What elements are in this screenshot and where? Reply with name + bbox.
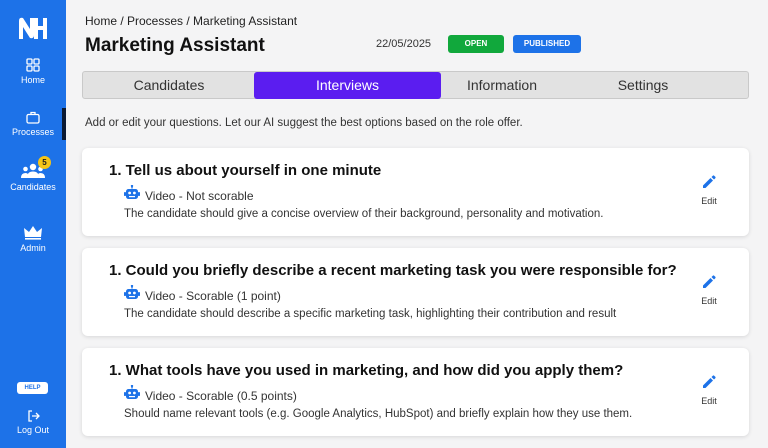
process-date: 22/05/2025 bbox=[376, 38, 432, 50]
grid-icon bbox=[26, 58, 40, 72]
pencil-icon bbox=[703, 375, 716, 388]
question-card: 1. Could you briefly describe a recent m… bbox=[82, 248, 749, 336]
help-button[interactable]: HELP bbox=[17, 382, 48, 394]
edit-question-button[interactable]: Edit bbox=[692, 274, 726, 306]
briefcase-icon bbox=[26, 111, 40, 124]
crown-icon bbox=[24, 226, 42, 240]
tab-settings[interactable]: Settings bbox=[563, 72, 723, 98]
edit-label: Edit bbox=[701, 196, 717, 206]
question-card: 1. Tell us about yourself in one minute … bbox=[82, 148, 749, 236]
edit-question-button[interactable]: Edit bbox=[692, 374, 726, 406]
sidebar-item-home[interactable]: Home bbox=[0, 58, 66, 85]
logout-icon bbox=[27, 410, 40, 422]
tab-interviews[interactable]: Interviews bbox=[254, 72, 441, 99]
question-title: 1. Tell us about yourself in one minute bbox=[109, 162, 382, 179]
question-title: 1. What tools have you used in marketing… bbox=[109, 362, 624, 379]
logout-button[interactable]: Log Out bbox=[0, 410, 66, 435]
status-badge-published: PUBLISHED bbox=[513, 35, 581, 53]
question-type: Video - Scorable (1 point) bbox=[145, 289, 281, 303]
sidebar: Home Processes 5 Candidates Admin HELP L… bbox=[0, 0, 66, 448]
status-badge-open: OPEN bbox=[448, 35, 504, 53]
sidebar-item-label: Admin bbox=[20, 243, 46, 253]
page-title: Marketing Assistant bbox=[85, 35, 265, 56]
logout-label: Log Out bbox=[16, 425, 50, 435]
question-description: The candidate should give a concise over… bbox=[124, 208, 604, 220]
question-card: 1. What tools have you used in marketing… bbox=[82, 348, 749, 436]
robot-icon bbox=[124, 285, 140, 299]
question-description: The candidate should describe a specific… bbox=[124, 308, 617, 320]
logo-icon[interactable] bbox=[17, 15, 49, 41]
question-title: 1. Could you briefly describe a recent m… bbox=[109, 262, 677, 279]
tab-information[interactable]: Information bbox=[441, 72, 563, 98]
intro-text: Add or edit your questions. Let our AI s… bbox=[85, 117, 523, 129]
pencil-icon bbox=[703, 175, 716, 188]
edit-label: Edit bbox=[701, 396, 717, 406]
sidebar-item-processes[interactable]: Processes bbox=[0, 108, 66, 140]
breadcrumb[interactable]: Home / Processes / Marketing Assistant bbox=[85, 14, 297, 28]
tab-bar: Candidates Interviews Information Settin… bbox=[82, 71, 749, 99]
question-type: Video - Not scorable bbox=[145, 189, 254, 203]
candidates-count-badge: 5 bbox=[38, 156, 51, 169]
edit-question-button[interactable]: Edit bbox=[692, 174, 726, 206]
sidebar-item-candidates[interactable]: 5 Candidates bbox=[0, 156, 66, 192]
edit-label: Edit bbox=[701, 296, 717, 306]
question-type: Video - Scorable (0.5 points) bbox=[145, 389, 297, 403]
robot-icon bbox=[124, 385, 140, 399]
sidebar-item-label: Processes bbox=[11, 127, 55, 137]
pencil-icon bbox=[703, 275, 716, 288]
question-description: Should name relevant tools (e.g. Google … bbox=[124, 408, 633, 420]
tab-candidates[interactable]: Candidates bbox=[83, 72, 255, 98]
sidebar-item-label: Candidates bbox=[10, 182, 56, 192]
sidebar-item-label: Home bbox=[20, 75, 45, 85]
robot-icon bbox=[124, 185, 140, 199]
sidebar-item-admin[interactable]: Admin bbox=[0, 224, 66, 253]
